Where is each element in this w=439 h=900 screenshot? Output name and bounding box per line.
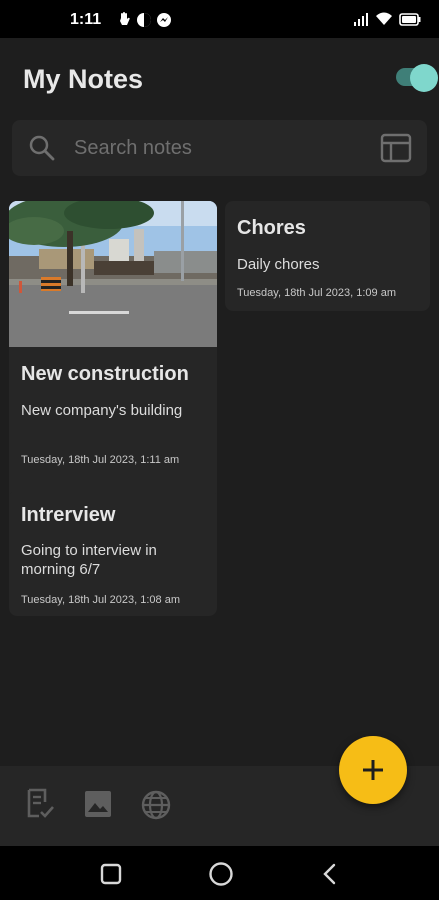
note-date: Tuesday, 18th Jul 2023, 1:08 am xyxy=(21,594,180,606)
note-title: Chores xyxy=(237,217,306,239)
app-content: My Notes Search notes New construction N… xyxy=(0,38,439,766)
note-date: Tuesday, 18th Jul 2023, 1:09 am xyxy=(237,287,396,299)
note-date: Tuesday, 18th Jul 2023, 1:11 am xyxy=(21,454,180,466)
layout-toggle-icon[interactable] xyxy=(380,133,412,163)
image-icon[interactable] xyxy=(84,790,112,818)
app-notification-icon xyxy=(137,13,151,27)
note-card-chores[interactable]: Chores Daily chores Tuesday, 18th Jul 20… xyxy=(225,201,430,311)
note-title: Intrerview xyxy=(21,504,116,526)
wifi-icon xyxy=(376,12,392,25)
note-title: New construction xyxy=(21,363,189,385)
hand-icon xyxy=(120,12,130,25)
system-nav-bar xyxy=(0,846,439,900)
add-icon xyxy=(363,760,383,780)
home-icon[interactable] xyxy=(208,861,234,887)
signal-icon xyxy=(354,13,368,26)
back-icon[interactable] xyxy=(322,863,338,885)
theme-toggle-knob[interactable] xyxy=(410,64,438,92)
add-note-button[interactable] xyxy=(339,736,407,804)
note-image xyxy=(9,201,217,347)
notification-icons xyxy=(118,12,172,28)
note-card-intrerview[interactable]: Intrerview Going to interview in morning… xyxy=(9,490,217,616)
status-system-icons xyxy=(353,12,421,26)
recents-icon[interactable] xyxy=(100,863,122,885)
search-icon xyxy=(29,135,55,161)
page-title: My Notes xyxy=(23,64,144,94)
note-body: Going to interview in morning 6/7 xyxy=(21,542,157,578)
battery-icon xyxy=(399,12,421,26)
status-time: 1:11 xyxy=(70,11,102,28)
status-bar: 1:11 xyxy=(0,0,439,38)
checklist-note-icon[interactable] xyxy=(25,788,55,820)
search-bar[interactable] xyxy=(12,120,427,176)
note-body: New company's building xyxy=(21,402,183,419)
search-input[interactable] xyxy=(74,134,364,162)
note-card-new-construction[interactable]: New construction New company's building … xyxy=(9,201,217,513)
note-body: Daily chores xyxy=(237,256,320,273)
messenger-icon xyxy=(157,13,171,27)
web-link-icon[interactable] xyxy=(140,789,172,821)
